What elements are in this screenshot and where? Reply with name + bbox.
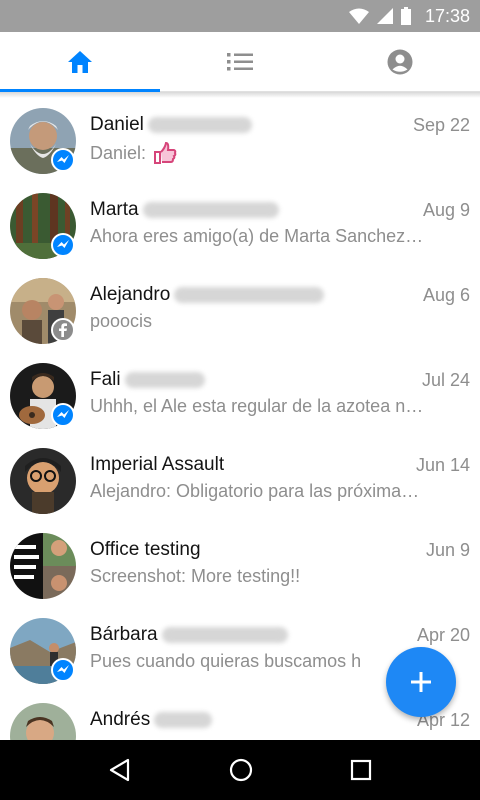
message-snippet: Daniel: (90, 142, 147, 163)
avatar (10, 703, 76, 740)
tab-bar (0, 32, 480, 92)
contact-name: Alejandro (90, 284, 171, 305)
conversation-row[interactable]: Daniel Sep 22 Daniel: (0, 98, 480, 183)
home-nav-icon[interactable] (229, 758, 253, 782)
messenger-badge-icon (51, 233, 75, 257)
blurred-surname (142, 202, 279, 218)
conversation-list[interactable]: Daniel Sep 22 Daniel: Marta Aug 9 Ahora … (0, 98, 480, 740)
status-bar: 17:38 (0, 0, 480, 32)
recents-icon[interactable] (350, 759, 372, 781)
wifi-icon (348, 8, 369, 24)
conversation-row[interactable]: Imperial Assault Jun 14 Alejandro: Oblig… (0, 438, 480, 523)
message-snippet: Pues cuando quieras buscamos h (90, 651, 362, 671)
contact-name: Andrés (90, 709, 151, 730)
plus-icon (411, 672, 431, 692)
messenger-badge-icon (51, 148, 75, 172)
message-snippet: Uhhh, el Ale esta regular de la azotea n… (90, 396, 424, 416)
conversation-row[interactable]: Alejandro Aug 6 pooocis (0, 268, 480, 353)
avatar (10, 533, 76, 599)
contact-name: Marta (90, 199, 139, 220)
blurred-surname (147, 117, 252, 133)
cell-signal-icon (376, 8, 393, 24)
status-time: 17:38 (424, 5, 470, 26)
back-icon[interactable] (108, 758, 132, 782)
contact-name: Office testing (90, 539, 201, 560)
conversation-date: Jun 9 (425, 540, 470, 560)
contact-name: Fali (90, 369, 121, 390)
blurred-surname (161, 627, 288, 643)
thumbs-up-sticker-icon (154, 141, 177, 164)
message-snippet: Alejandro: Obligatorio para las próxima… (90, 481, 420, 501)
messenger-badge-icon (51, 403, 75, 427)
tab-list[interactable] (160, 32, 320, 91)
tab-home[interactable] (0, 32, 160, 92)
conversation-date: Aug 6 (422, 285, 470, 305)
avatar (10, 448, 76, 514)
blurred-surname (154, 712, 213, 728)
conversation-row[interactable]: Marta Aug 9 Ahora eres amigo(a) de Marta… (0, 183, 480, 268)
conversation-date: Aug 9 (422, 200, 470, 220)
system-nav-bar (0, 740, 480, 800)
contact-name: Bárbara (90, 624, 158, 645)
blurred-surname (124, 372, 205, 388)
blurred-surname (174, 287, 325, 303)
conversation-row[interactable]: Fali Jul 24 Uhhh, el Ale esta regular de… (0, 353, 480, 438)
profile-icon (387, 49, 413, 74)
messenger-badge-icon (51, 658, 75, 682)
message-snippet: pooocis (90, 311, 153, 331)
home-icon (68, 50, 92, 73)
conversation-date: Jul 24 (421, 370, 470, 390)
facebook-badge-icon (51, 318, 75, 342)
list-icon (227, 52, 253, 70)
conversation-date: Apr 20 (416, 625, 470, 645)
conversation-date: Jun 14 (415, 455, 470, 475)
tab-profile[interactable] (320, 32, 480, 91)
contact-name: Imperial Assault (90, 454, 225, 475)
new-message-button[interactable] (386, 647, 456, 717)
message-snippet: Screenshot: More testing!! (90, 566, 301, 586)
conversation-row[interactable]: Office testing Jun 9 Screenshot: More te… (0, 523, 480, 608)
contact-name: Daniel (90, 114, 144, 135)
battery-icon (400, 7, 411, 25)
message-snippet: Ahora eres amigo(a) de Marta Sanchez… (90, 226, 424, 246)
conversation-date: Sep 22 (412, 115, 470, 135)
